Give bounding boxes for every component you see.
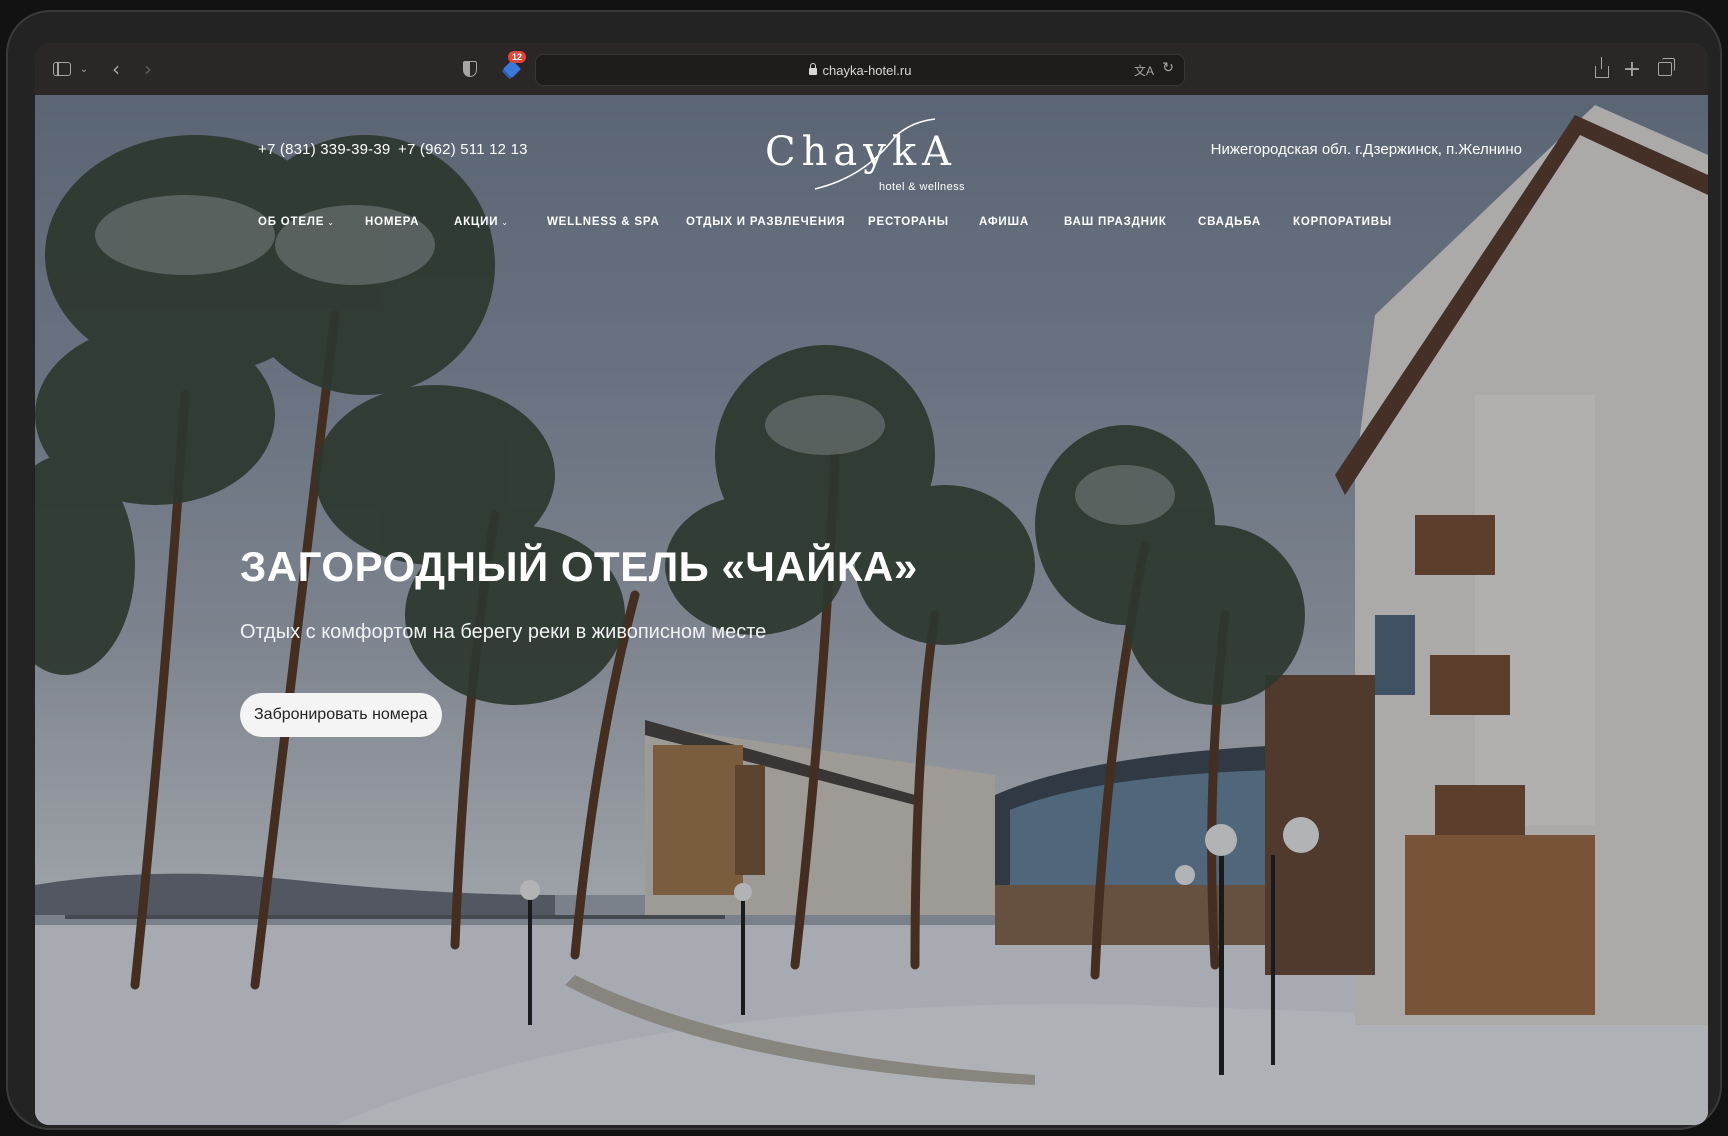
laptop-frame: ⌄ ‹ › 12 chayka-hotel.ru 文A ↻ + +7 (831)… [6,10,1722,1130]
nav-item-celebration[interactable]: ВАШ ПРАЗДНИК [1064,216,1167,228]
share-icon[interactable] [1593,57,1611,81]
chevron-down-icon[interactable]: ⌄ [77,57,91,81]
hotel-address: Нижегородская обл. г.Дзержинск, п.Желнин… [1210,141,1522,158]
logo-subtitle: hotel & wellness [879,181,965,193]
browser-window: ⌄ ‹ › 12 chayka-hotel.ru 文A ↻ + +7 (831)… [35,43,1708,1125]
sidebar-icon[interactable] [51,57,73,81]
book-rooms-button[interactable]: Забронировать номера [240,693,442,737]
hotel-logo[interactable]: ChaykA hotel & wellness [765,117,975,197]
shield-icon[interactable] [461,57,479,81]
forward-arrow-icon[interactable]: › [139,57,157,81]
nav-item-wedding[interactable]: СВАДЬБА [1198,216,1261,228]
chevron-down-icon: ⌄ [327,218,335,227]
phone-link-1[interactable]: +7 (831) 339-39-39 [258,141,390,158]
nav-item-wellness-spa[interactable]: WELLNESS & SPA [547,216,660,228]
phone-link-2[interactable]: +7 (962) 511 12 13 [398,141,528,158]
url-text: chayka-hotel.ru [822,62,912,78]
translate-icon[interactable]: 文A [1134,62,1154,79]
address-bar[interactable]: chayka-hotel.ru 文A ↻ [535,54,1185,86]
new-tab-plus-icon[interactable]: + [1623,57,1641,82]
nav-item-events[interactable]: АФИША [979,216,1029,228]
chevron-down-icon: ⌄ [501,218,509,227]
web-page: +7 (831) 339-39-39 +7 (962) 511 12 13 Ch… [35,95,1708,1125]
nav-item-promotions[interactable]: АКЦИИ ⌄ [454,216,509,228]
nav-item-leisure[interactable]: ОТДЫХ И РАЗВЛЕЧЕНИЯ [686,216,845,228]
nav-item-rooms[interactable]: НОМЕРА [365,216,419,228]
browser-toolbar: ⌄ ‹ › 12 chayka-hotel.ru 文A ↻ + [35,43,1708,96]
tabs-overview-icon[interactable] [1655,57,1675,81]
back-arrow-icon[interactable]: ‹ [107,57,125,81]
nav-item-restaurants[interactable]: РЕСТОРАНЫ [868,216,949,228]
nav-item-corporate[interactable]: КОРПОРАТИВЫ [1293,216,1392,228]
hero-dim-overlay [35,95,1708,1125]
extension-badge: 12 [508,51,527,63]
hero-subtitle: Отдых с комфортом на берегу реки в живоп… [240,621,767,643]
reload-icon[interactable]: ↻ [1162,60,1174,76]
logo-text: ChaykA [765,129,957,175]
nav-item-about[interactable]: ОБ ОТЕЛЕ ⌄ [258,216,335,228]
hero-title: ЗАГОРОДНЫЙ ОТЕЛЬ «ЧАЙКА» [240,543,918,590]
lock-icon [808,63,817,75]
